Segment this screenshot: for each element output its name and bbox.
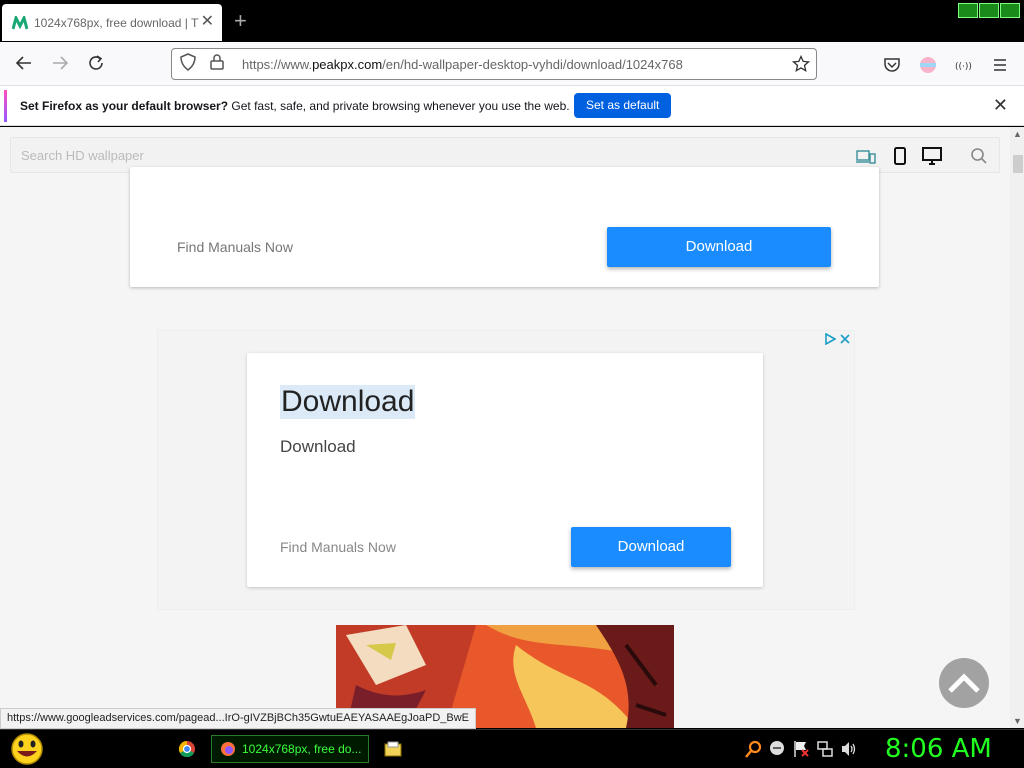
ad-card-top: Find Manuals Now Download bbox=[130, 167, 879, 287]
scroll-to-top-button[interactable] bbox=[939, 658, 989, 708]
firefox-icon bbox=[221, 742, 235, 756]
download-button[interactable]: Download bbox=[607, 227, 831, 267]
window-controls bbox=[958, 3, 1020, 18]
close-window-button[interactable] bbox=[1000, 3, 1020, 18]
search-icon[interactable] bbox=[968, 146, 990, 166]
page-scrollbar[interactable]: ▲ ▼ bbox=[1010, 127, 1024, 728]
url-bar[interactable]: https://www.peakpx.com/en/hd-wallpaper-d… bbox=[171, 48, 817, 80]
tray-status-icon[interactable] bbox=[769, 740, 787, 758]
tab-close-icon[interactable]: ✕ bbox=[201, 14, 214, 30]
nav-bar: https://www.peakpx.com/en/hd-wallpaper-d… bbox=[0, 42, 1024, 86]
reload-icon[interactable] bbox=[86, 54, 106, 74]
ad-card-main: Download Download Find Manuals Now Downl… bbox=[247, 353, 763, 587]
scroll-down-icon[interactable]: ▼ bbox=[1013, 716, 1022, 726]
notification-bold-text: Set Firefox as your default browser? bbox=[20, 99, 229, 113]
url-domain: peakpx.com bbox=[312, 56, 383, 72]
forward-arrow-icon[interactable] bbox=[50, 54, 70, 74]
url-text[interactable]: https://www.peakpx.com/en/hd-wallpaper-d… bbox=[242, 57, 683, 72]
svg-text:((·)): ((·)) bbox=[955, 62, 972, 71]
maximize-button[interactable] bbox=[979, 3, 999, 18]
all-devices-icon[interactable] bbox=[855, 142, 877, 170]
search-tray-icon[interactable] bbox=[745, 740, 763, 758]
minimize-button[interactable] bbox=[958, 3, 978, 18]
peakpx-favicon-icon bbox=[12, 15, 28, 31]
taskbar-firefox-item[interactable]: 1024x768px, free do... bbox=[211, 735, 369, 763]
url-base: https://www. bbox=[242, 56, 313, 72]
chevron-up-icon bbox=[948, 673, 980, 693]
extension-icon[interactable]: ((·)) bbox=[953, 54, 975, 76]
taskbar: 1024x768px, free do... 8:06 AM bbox=[0, 729, 1024, 768]
ad-choices[interactable] bbox=[824, 333, 850, 345]
scroll-up-icon[interactable]: ▲ bbox=[1013, 129, 1022, 139]
taskbar-item-label: 1024x768px, free do... bbox=[242, 742, 362, 756]
account-avatar-icon[interactable] bbox=[917, 54, 939, 76]
notification-close-icon[interactable]: ✕ bbox=[993, 95, 1008, 116]
status-bar-url: https://www.googleadservices.com/pagead.… bbox=[0, 708, 477, 729]
download-button[interactable]: Download bbox=[571, 527, 731, 567]
desktop-icon[interactable] bbox=[921, 146, 943, 166]
folder-icon[interactable] bbox=[384, 740, 402, 758]
notification-message: Set Firefox as your default browser? Get… bbox=[20, 99, 570, 113]
tab-active[interactable]: 1024x768px, free download | TV ✕ bbox=[2, 4, 222, 41]
adchoices-icon[interactable] bbox=[824, 333, 836, 345]
screen: 1024x768px, free download | TV ✕ + https… bbox=[0, 0, 1024, 768]
ad-subtitle: Download bbox=[280, 437, 356, 456]
default-browser-notification: Set Firefox as your default browser? Get… bbox=[0, 86, 1024, 126]
tab-title: 1024x768px, free download | TV bbox=[34, 15, 199, 30]
find-manuals-text: Find Manuals Now bbox=[177, 239, 293, 255]
ad-close-icon[interactable] bbox=[840, 334, 850, 344]
url-path: /en/hd-wallpaper-desktop-vyhdi/download/… bbox=[382, 56, 683, 72]
notification-accent bbox=[4, 90, 7, 122]
lock-icon[interactable] bbox=[210, 53, 228, 75]
bookmark-star-icon[interactable] bbox=[791, 54, 811, 78]
taskbar-clock[interactable]: 8:06 AM bbox=[885, 734, 992, 764]
tab-strip: 1024x768px, free download | TV ✕ + bbox=[0, 0, 1024, 42]
start-smiley-icon[interactable] bbox=[8, 732, 46, 766]
pocket-icon[interactable] bbox=[881, 54, 903, 76]
chrome-icon[interactable] bbox=[178, 740, 196, 758]
page-content: Search HD wallpaper Find Manuals Now Dow… bbox=[0, 127, 1010, 728]
menu-hamburger-icon[interactable] bbox=[989, 54, 1011, 76]
scrollbar-thumb[interactable] bbox=[1013, 155, 1023, 173]
tracking-protection-shield-icon[interactable] bbox=[180, 52, 200, 76]
search-input[interactable]: Search HD wallpaper bbox=[21, 148, 144, 163]
ad-headline[interactable]: Download bbox=[280, 385, 416, 419]
notification-text: Get fast, safe, and private browsing whe… bbox=[228, 99, 570, 113]
find-manuals-text: Find Manuals Now bbox=[280, 539, 396, 555]
mobile-icon[interactable] bbox=[889, 146, 911, 166]
set-as-default-button[interactable]: Set as default bbox=[574, 93, 672, 118]
volume-icon[interactable] bbox=[840, 740, 858, 758]
back-arrow-icon[interactable] bbox=[14, 54, 34, 74]
new-tab-icon[interactable]: + bbox=[234, 10, 247, 32]
network-icon[interactable] bbox=[816, 740, 834, 758]
flag-notification-icon[interactable] bbox=[792, 740, 810, 758]
